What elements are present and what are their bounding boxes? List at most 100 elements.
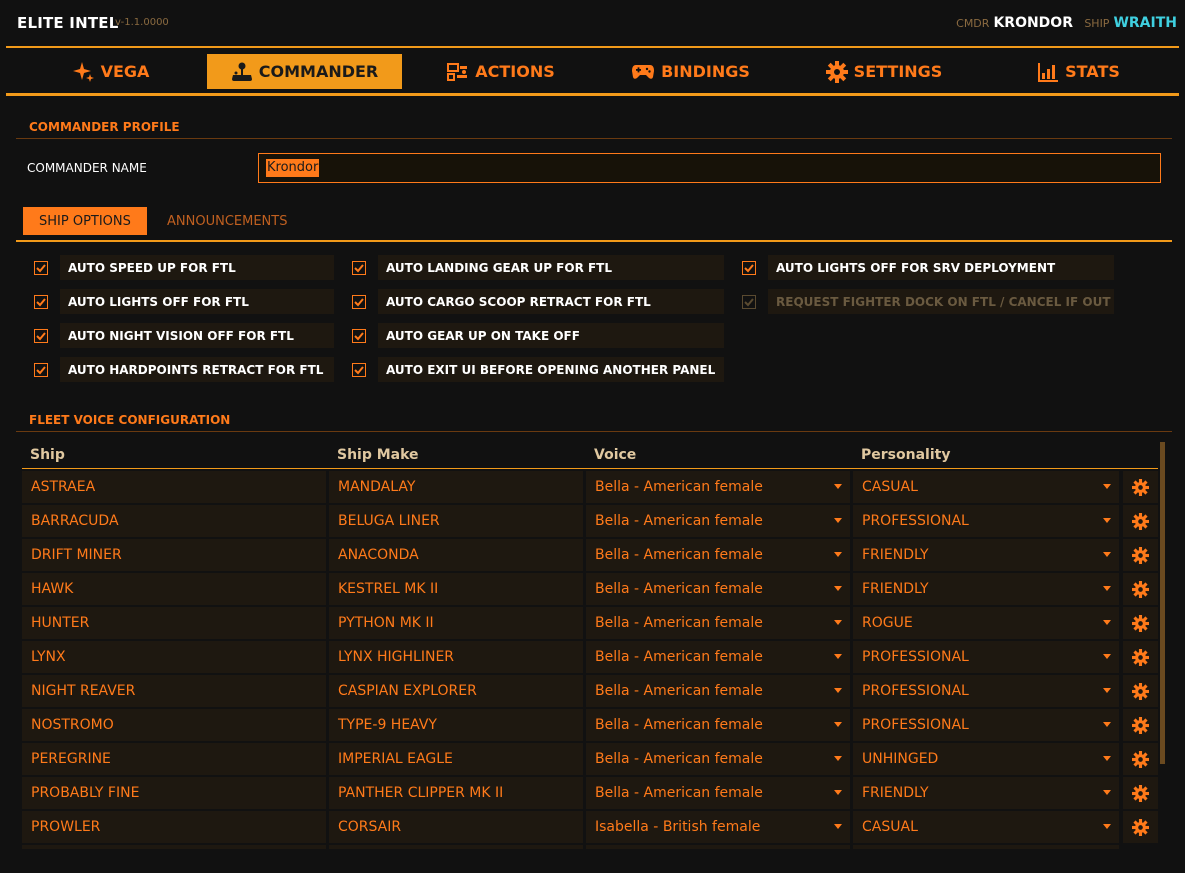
ship-option[interactable]: AUTO HARDPOINTS RETRACT FOR FTL: [29, 357, 334, 382]
row-settings-button[interactable]: [1123, 607, 1158, 639]
ship-name-cell: HAWK: [22, 573, 326, 605]
checkbox[interactable]: [742, 260, 756, 275]
gear-icon: [1132, 716, 1149, 734]
cell-partial: [853, 845, 1119, 849]
personality-dropdown[interactable]: PROFESSIONAL: [853, 641, 1119, 673]
voice-dropdown[interactable]: Bella - American female: [586, 675, 850, 707]
chevron-down-icon: [1103, 722, 1111, 727]
chevron-down-icon: [834, 654, 842, 659]
voice-dropdown[interactable]: Bella - American female: [586, 777, 850, 809]
personality-dropdown[interactable]: FRIENDLY: [853, 573, 1119, 605]
ship-option[interactable]: AUTO NIGHT VISION OFF FOR FTL: [29, 323, 334, 348]
checkbox[interactable]: [352, 328, 366, 343]
tab-ship-options[interactable]: SHIP OPTIONS: [23, 207, 147, 235]
column-header-voice: Voice: [594, 447, 637, 463]
ship-option-label: AUTO CARGO SCOOP RETRACT FOR FTL: [378, 289, 724, 314]
chevron-down-icon: [834, 790, 842, 795]
ship-option-label: AUTO GEAR UP ON TAKE OFF: [378, 323, 724, 348]
tab-bindings[interactable]: BINDINGS: [628, 54, 753, 89]
voice-dropdown[interactable]: Bella - American female: [586, 539, 850, 571]
ship-name-cell: DRIFT MINER: [22, 539, 326, 571]
ship-label: SHIP: [1084, 17, 1110, 30]
voice-dropdown[interactable]: Bella - American female: [586, 505, 850, 537]
row-settings-button[interactable]: [1123, 675, 1158, 707]
gear-icon: [1132, 580, 1149, 598]
ship-make-cell: ANACONDA: [329, 539, 583, 571]
main-nav: VEGA COMMANDER ACTIONS BINDINGS SETTINGS…: [6, 50, 1179, 96]
voice-dropdown[interactable]: Bella - American female: [586, 743, 850, 775]
checkbox[interactable]: [352, 260, 366, 275]
personality-dropdown[interactable]: ROGUE: [853, 607, 1119, 639]
personality-dropdown[interactable]: UNHINGED: [853, 743, 1119, 775]
fleet-scrollbar[interactable]: [1160, 442, 1165, 764]
ship-option-label: AUTO SPEED UP FOR FTL: [60, 255, 334, 280]
personality-dropdown[interactable]: CASUAL: [853, 811, 1119, 843]
ship-name-cell: NIGHT REAVER: [22, 675, 326, 707]
personality-dropdown[interactable]: PROFESSIONAL: [853, 505, 1119, 537]
row-settings-button[interactable]: [1123, 777, 1158, 809]
tab-actions[interactable]: ACTIONS: [441, 54, 561, 89]
row-settings-button[interactable]: [1123, 811, 1158, 843]
voice-value: Bella - American female: [595, 513, 763, 529]
personality-dropdown[interactable]: FRIENDLY: [853, 777, 1119, 809]
checkbox[interactable]: [742, 294, 756, 309]
checkbox[interactable]: [352, 362, 366, 377]
checkbox[interactable]: [352, 294, 366, 309]
personality-dropdown[interactable]: PROFESSIONAL: [853, 675, 1119, 707]
voice-dropdown[interactable]: Bella - American female: [586, 573, 850, 605]
checkbox[interactable]: [34, 294, 48, 309]
row-settings-button[interactable]: [1123, 743, 1158, 775]
ship-make-cell: IMPERIAL EAGLE: [329, 743, 583, 775]
ship-option[interactable]: AUTO CARGO SCOOP RETRACT FOR FTL: [347, 289, 724, 314]
row-settings-button[interactable]: [1123, 539, 1158, 571]
tab-vega[interactable]: VEGA: [46, 54, 176, 89]
app-version: v-1.1.0000: [115, 17, 169, 28]
ship-option[interactable]: AUTO SPEED UP FOR FTL: [29, 255, 334, 280]
ship-make-cell: LYNX HIGHLINER: [329, 641, 583, 673]
app-name: ELITE INTEL: [17, 14, 119, 32]
column-header-personality: Personality: [861, 447, 951, 463]
personality-dropdown[interactable]: FRIENDLY: [853, 539, 1119, 571]
fleet-table-header: Ship Ship Make Voice Personality: [22, 443, 1158, 469]
gear-icon: [1132, 750, 1149, 768]
ship-option[interactable]: AUTO LIGHTS OFF FOR FTL: [29, 289, 334, 314]
chevron-down-icon: [834, 552, 842, 557]
personality-value: UNHINGED: [862, 751, 939, 767]
cell-partial: [22, 845, 326, 849]
voice-dropdown[interactable]: Isabella - British female: [586, 811, 850, 843]
checkbox[interactable]: [34, 260, 48, 275]
voice-dropdown[interactable]: Bella - American female: [586, 709, 850, 741]
ship-name: WRAITH: [1113, 15, 1177, 31]
personality-dropdown[interactable]: CASUAL: [853, 471, 1119, 503]
ship-name-cell: HUNTER: [22, 607, 326, 639]
tab-settings[interactable]: SETTINGS: [824, 54, 944, 89]
ship-option[interactable]: REQUEST FIGHTER DOCK ON FTL / CANCEL IF …: [737, 289, 1114, 314]
ship-option[interactable]: AUTO GEAR UP ON TAKE OFF: [347, 323, 724, 348]
checkmark-icon: [36, 263, 46, 272]
cmdr-status: CMDR KRONDOR: [956, 15, 1073, 31]
personality-dropdown[interactable]: PROFESSIONAL: [853, 709, 1119, 741]
voice-dropdown[interactable]: Bella - American female: [586, 471, 850, 503]
voice-dropdown[interactable]: Bella - American female: [586, 641, 850, 673]
fleet-row: ASTRAEA MANDALAY Bella - American female CA…: [22, 471, 1158, 503]
checkbox[interactable]: [34, 328, 48, 343]
tab-stats[interactable]: STATS: [1031, 54, 1126, 89]
voice-dropdown[interactable]: Bella - American female: [586, 607, 850, 639]
personality-value: CASUAL: [862, 479, 918, 495]
tab-announcements[interactable]: ANNOUNCEMENTS: [151, 207, 303, 235]
row-settings-button[interactable]: [1123, 471, 1158, 503]
checkmark-icon: [744, 297, 754, 306]
row-settings-button[interactable]: [1123, 709, 1158, 741]
ship-make-cell: MANDALAY: [329, 471, 583, 503]
chevron-down-icon: [834, 484, 842, 489]
row-settings-button[interactable]: [1123, 641, 1158, 673]
row-settings-button[interactable]: [1123, 505, 1158, 537]
ship-option[interactable]: AUTO LIGHTS OFF FOR SRV DEPLOYMENT: [737, 255, 1114, 280]
commander-name-field[interactable]: Krondor: [258, 153, 1161, 183]
ship-option[interactable]: AUTO LANDING GEAR UP FOR FTL: [347, 255, 724, 280]
checkbox[interactable]: [34, 362, 48, 377]
ship-option[interactable]: AUTO EXIT UI BEFORE OPENING ANOTHER PANE…: [347, 357, 724, 382]
ship-option-label: REQUEST FIGHTER DOCK ON FTL / CANCEL IF …: [768, 289, 1114, 314]
tab-commander[interactable]: COMMANDER: [207, 54, 402, 89]
row-settings-button[interactable]: [1123, 573, 1158, 605]
